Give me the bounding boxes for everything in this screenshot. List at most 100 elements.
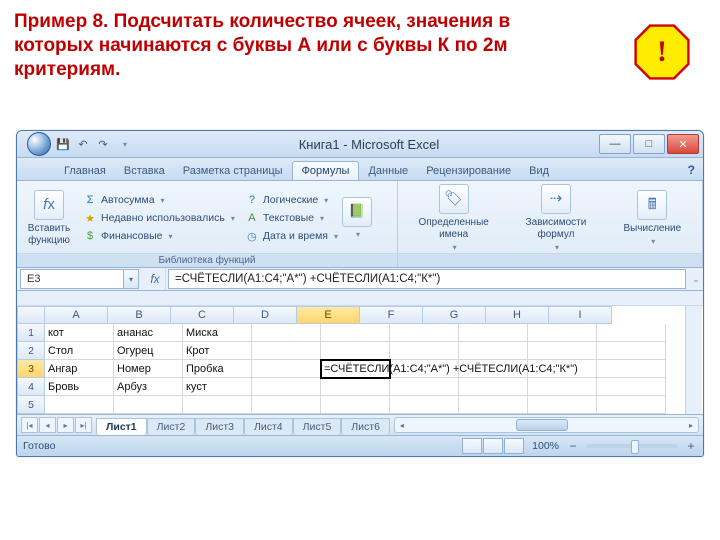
financial-button[interactable]: $Финансовые▾ (80, 228, 238, 244)
cell[interactable]: Огурец (114, 342, 183, 360)
hscroll-thumb[interactable] (516, 419, 568, 431)
defined-names-button[interactable]: 🏷 Определенные имена▾ (413, 184, 495, 252)
sheet-nav-last[interactable]: ▸| (75, 417, 92, 433)
formula-auditing-button[interactable]: ⇢ Зависимости формул▾ (518, 184, 594, 252)
more-functions-button[interactable]: 📗 ▾ (345, 184, 369, 252)
cell[interactable] (252, 378, 321, 396)
row-header[interactable]: 5 (17, 396, 45, 414)
cell[interactable] (459, 324, 528, 342)
column-header[interactable]: F (360, 306, 423, 324)
sheet-tab[interactable]: Лист3 (195, 418, 244, 435)
cell[interactable] (528, 378, 597, 396)
ribbon-tab[interactable]: Рецензирование (417, 162, 520, 180)
zoom-slider[interactable] (587, 444, 677, 448)
ribbon-tab[interactable]: Данные (359, 162, 417, 180)
cell[interactable]: Стол (45, 342, 114, 360)
cell[interactable]: кот (45, 324, 114, 342)
ribbon-tab[interactable]: Вставка (115, 162, 174, 180)
ribbon-tab[interactable]: Формулы (292, 161, 360, 180)
sheet-tab[interactable]: Лист2 (147, 418, 196, 435)
cell[interactable]: ананас (114, 324, 183, 342)
datetime-button[interactable]: ◷Дата и время▾ (242, 228, 341, 244)
qat-dropdown-icon[interactable]: ▾ (117, 136, 133, 152)
maximize-button[interactable]: □ (633, 134, 665, 154)
ribbon-tab[interactable]: Вид (520, 162, 558, 180)
cell[interactable] (45, 396, 114, 414)
help-icon[interactable]: ? (688, 163, 695, 180)
view-pagebreak-icon[interactable] (504, 438, 524, 454)
redo-icon[interactable]: ↷ (95, 136, 111, 152)
cell[interactable]: Крот (183, 342, 252, 360)
cell[interactable] (597, 324, 666, 342)
view-layout-icon[interactable] (483, 438, 503, 454)
sheet-tab[interactable]: Лист4 (244, 418, 293, 435)
column-header[interactable]: H (486, 306, 549, 324)
cell[interactable] (528, 396, 597, 414)
cell[interactable] (321, 378, 390, 396)
cell[interactable] (528, 342, 597, 360)
minimize-button[interactable]: — (599, 134, 631, 154)
sheet-nav-next[interactable]: ▸ (57, 417, 74, 433)
cell[interactable]: Арбуз (114, 378, 183, 396)
column-header[interactable]: E (297, 306, 360, 324)
cell[interactable] (390, 342, 459, 360)
fx-button[interactable]: fx (145, 268, 166, 290)
cell[interactable] (252, 396, 321, 414)
recent-functions-button[interactable]: ★Недавно использовались▾ (80, 210, 238, 226)
zoom-in-button[interactable]: + (685, 439, 697, 453)
cell[interactable]: =СЧЁТЕСЛИ(A1:C4;"А*") +СЧЁТЕСЛИ(A1:C4;"К… (321, 360, 390, 378)
cell[interactable] (114, 396, 183, 414)
view-buttons[interactable] (462, 438, 524, 454)
close-button[interactable]: ✕ (667, 134, 699, 154)
cell[interactable] (459, 378, 528, 396)
cell[interactable] (252, 360, 321, 378)
sheet-tab[interactable]: Лист5 (293, 418, 342, 435)
cell[interactable] (183, 396, 252, 414)
cell[interactable] (390, 378, 459, 396)
sheet-tab[interactable]: Лист1 (96, 418, 147, 435)
cell[interactable]: Ангар (45, 360, 114, 378)
cell[interactable] (597, 378, 666, 396)
ribbon-tab[interactable]: Главная (55, 162, 115, 180)
column-header[interactable]: D (234, 306, 297, 324)
cell[interactable]: Миска (183, 324, 252, 342)
logical-button[interactable]: ?Логические▾ (242, 192, 341, 208)
name-box-dropdown[interactable]: ▾ (124, 269, 139, 289)
cell[interactable] (321, 324, 390, 342)
column-header[interactable]: I (549, 306, 612, 324)
column-header[interactable]: C (171, 306, 234, 324)
vertical-scrollbar[interactable] (685, 306, 702, 414)
cell[interactable] (597, 342, 666, 360)
cell[interactable]: куст (183, 378, 252, 396)
row-header[interactable]: 4 (17, 378, 45, 396)
text-functions-button[interactable]: AТекстовые▾ (242, 210, 341, 226)
column-header[interactable]: A (45, 306, 108, 324)
cell[interactable] (390, 396, 459, 414)
zoom-thumb[interactable] (631, 440, 639, 454)
cell[interactable]: Бровь (45, 378, 114, 396)
row-header[interactable]: 1 (17, 324, 45, 342)
cell[interactable]: Пробка (183, 360, 252, 378)
cell[interactable] (597, 396, 666, 414)
cell[interactable] (321, 396, 390, 414)
sheet-tab[interactable]: Лист6 (341, 418, 390, 435)
hscroll-right-icon[interactable]: ▸ (684, 419, 698, 431)
cell[interactable] (597, 360, 666, 378)
hscroll-left-icon[interactable]: ◂ (395, 419, 409, 431)
row-header[interactable]: 2 (17, 342, 45, 360)
insert-function-button[interactable]: fx Вставить функцию (22, 184, 76, 252)
cell[interactable] (459, 342, 528, 360)
cell[interactable] (252, 342, 321, 360)
sheet-nav-first[interactable]: |◂ (21, 417, 38, 433)
cell[interactable] (252, 324, 321, 342)
view-normal-icon[interactable] (462, 438, 482, 454)
formula-input[interactable]: =СЧЁТЕСЛИ(A1:C4;"А*") +СЧЁТЕСЛИ(A1:C4;"К… (168, 269, 686, 289)
cell[interactable] (528, 324, 597, 342)
formula-expand-icon[interactable]: ⌄ (689, 268, 703, 290)
zoom-out-button[interactable]: − (567, 439, 579, 453)
row-header[interactable]: 3 (17, 360, 45, 378)
undo-icon[interactable]: ↶ (75, 136, 91, 152)
office-button[interactable] (27, 132, 51, 156)
cell[interactable]: Номер (114, 360, 183, 378)
save-icon[interactable]: 💾 (55, 136, 71, 152)
